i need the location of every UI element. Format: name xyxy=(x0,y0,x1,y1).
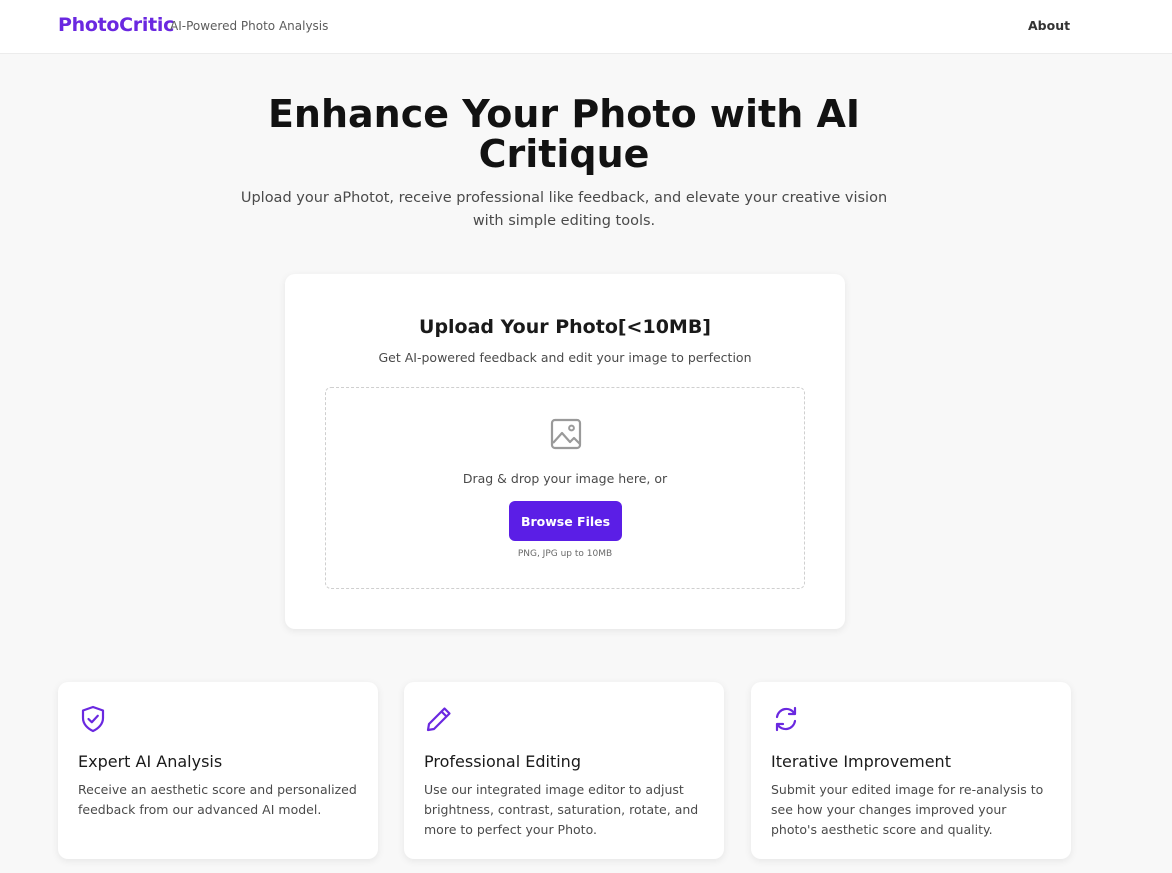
feature-card-improvement: Iterative Improvement Submit your edited… xyxy=(751,682,1071,859)
feature-description: Submit your edited image for re-analysis… xyxy=(771,782,1044,837)
browse-files-button[interactable]: Browse Files xyxy=(509,501,622,541)
feature-title: Iterative Improvement xyxy=(771,752,951,771)
feature-description: Use our integrated image editor to adjus… xyxy=(424,782,699,837)
feature-description: Receive an aesthetic score and personali… xyxy=(78,782,357,817)
nav-about-link[interactable]: About xyxy=(1028,18,1070,33)
feature-card-editing: Professional Editing Use our integrated … xyxy=(404,682,724,859)
brand-tagline: AI-Powered Photo Analysis xyxy=(170,19,329,33)
upload-subtitle: Get AI-powered feedback and edit your im… xyxy=(378,350,752,365)
dropzone-text: Drag & drop your image here, or xyxy=(462,471,668,486)
upload-card: Upload Your Photo[<10MB] Get AI-powered … xyxy=(285,274,845,629)
refresh-icon xyxy=(775,706,797,732)
dropzone[interactable]: Drag & drop your image here, or Browse F… xyxy=(325,387,805,589)
shield-check-icon xyxy=(81,705,105,733)
pencil-icon xyxy=(426,707,451,732)
top-header: PhotoCritic AI-Powered Photo Analysis Ab… xyxy=(0,0,1172,54)
image-icon xyxy=(550,418,582,450)
brand-logo[interactable]: PhotoCritic xyxy=(58,14,174,36)
file-type-note: PNG, JPG up to 10MB xyxy=(517,549,613,559)
hero-subtitle: Upload your aPhotot, receive professiona… xyxy=(240,190,888,229)
feature-title: Professional Editing xyxy=(424,752,581,771)
upload-title: Upload Your Photo[<10MB] xyxy=(419,316,711,338)
hero-title: Enhance Your Photo with AI Critique xyxy=(267,92,861,176)
feature-card-ai-analysis: Expert AI Analysis Receive an aesthetic … xyxy=(58,682,378,859)
feature-title: Expert AI Analysis xyxy=(78,752,223,771)
